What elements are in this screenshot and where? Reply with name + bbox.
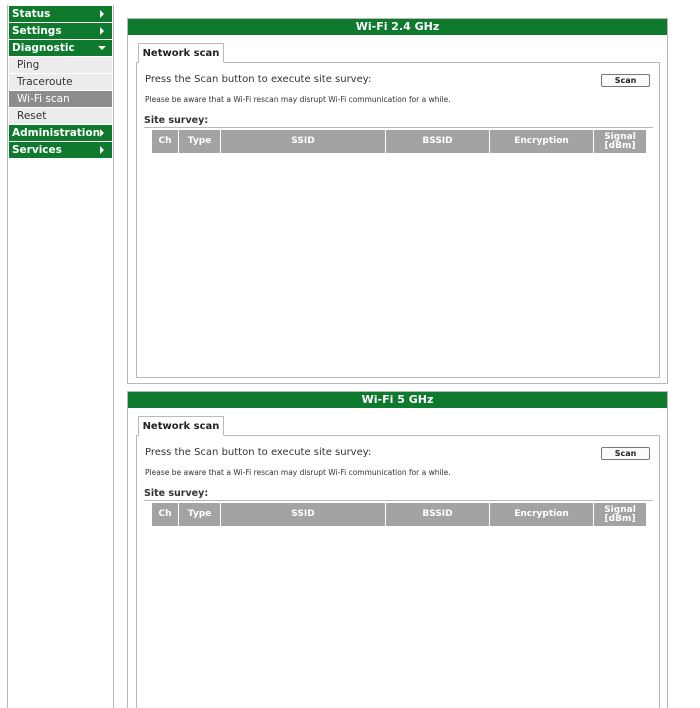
column-bssid: BSSID (386, 130, 489, 153)
panel-title: Wi-Fi 2.4 GHz (128, 19, 667, 35)
scan-warning: Please be aware that a Wi-Fi rescan may … (145, 95, 451, 104)
site-survey-table: Ch Type SSID BSSID Encryption Signal [dB… (151, 130, 647, 153)
tab-network-scan[interactable]: Network scan (138, 416, 224, 436)
menu-diagnostic[interactable]: Diagnostic (9, 40, 112, 56)
menu-administration[interactable]: Administration (9, 125, 112, 141)
caret-right-icon (100, 146, 104, 154)
menu-diagnostic-label: Diagnostic (12, 42, 75, 54)
sidebar-item-ping[interactable]: Ping (9, 57, 112, 73)
menu-administration-label: Administration (12, 127, 101, 139)
site-survey-table: Ch Type SSID BSSID Encryption Signal [dB… (151, 503, 647, 526)
column-ch: Ch (152, 503, 178, 526)
caret-right-icon (100, 27, 104, 35)
divider (144, 500, 653, 501)
network-scan-content: Press the Scan button to execute site su… (136, 435, 660, 708)
wifi-24-panel: Wi-Fi 2.4 GHz Network scan Press the Sca… (127, 18, 668, 384)
menu-status-label: Status (12, 8, 51, 20)
caret-down-icon (98, 46, 106, 50)
menu-services-label: Services (12, 144, 62, 156)
menu-services[interactable]: Services (9, 142, 112, 158)
divider (144, 127, 653, 128)
sidebar-item-reset[interactable]: Reset (9, 108, 112, 124)
scan-instruction: Press the Scan button to execute site su… (145, 74, 372, 85)
column-encryption: Encryption (490, 130, 593, 153)
menu-settings[interactable]: Settings (9, 23, 112, 39)
menu-settings-label: Settings (12, 25, 62, 37)
sidebar-item-wifi-scan[interactable]: Wi-Fi scan (9, 91, 112, 107)
sidebar: Status Settings Diagnostic Ping Tracerou… (7, 5, 114, 708)
scan-instruction: Press the Scan button to execute site su… (145, 447, 372, 458)
scan-button[interactable]: Scan (601, 74, 650, 87)
column-encryption: Encryption (490, 503, 593, 526)
wifi-5-panel: Wi-Fi 5 GHz Network scan Press the Scan … (127, 391, 668, 708)
panel-title: Wi-Fi 5 GHz (128, 392, 667, 408)
column-type: Type (179, 503, 220, 526)
caret-right-icon (100, 129, 104, 137)
menu-status[interactable]: Status (9, 6, 112, 22)
column-ssid: SSID (221, 130, 385, 153)
signal-unit: [dBm] (604, 140, 636, 151)
tab-network-scan[interactable]: Network scan (138, 43, 224, 63)
column-ssid: SSID (221, 503, 385, 526)
site-survey-label: Site survey: (144, 115, 209, 126)
sidebar-item-traceroute[interactable]: Traceroute (9, 74, 112, 90)
column-signal: Signal [dBm] (594, 503, 646, 526)
column-type: Type (179, 130, 220, 153)
scan-warning: Please be aware that a Wi-Fi rescan may … (145, 468, 451, 477)
scan-button[interactable]: Scan (601, 447, 650, 460)
column-signal: Signal [dBm] (594, 130, 646, 153)
network-scan-content: Press the Scan button to execute site su… (136, 62, 660, 378)
column-ch: Ch (152, 130, 178, 153)
caret-right-icon (100, 10, 104, 18)
site-survey-label: Site survey: (144, 488, 209, 499)
table-header-row: Ch Type SSID BSSID Encryption Signal [dB… (152, 503, 646, 526)
signal-unit: [dBm] (604, 513, 636, 524)
column-bssid: BSSID (386, 503, 489, 526)
table-header-row: Ch Type SSID BSSID Encryption Signal [dB… (152, 130, 646, 153)
